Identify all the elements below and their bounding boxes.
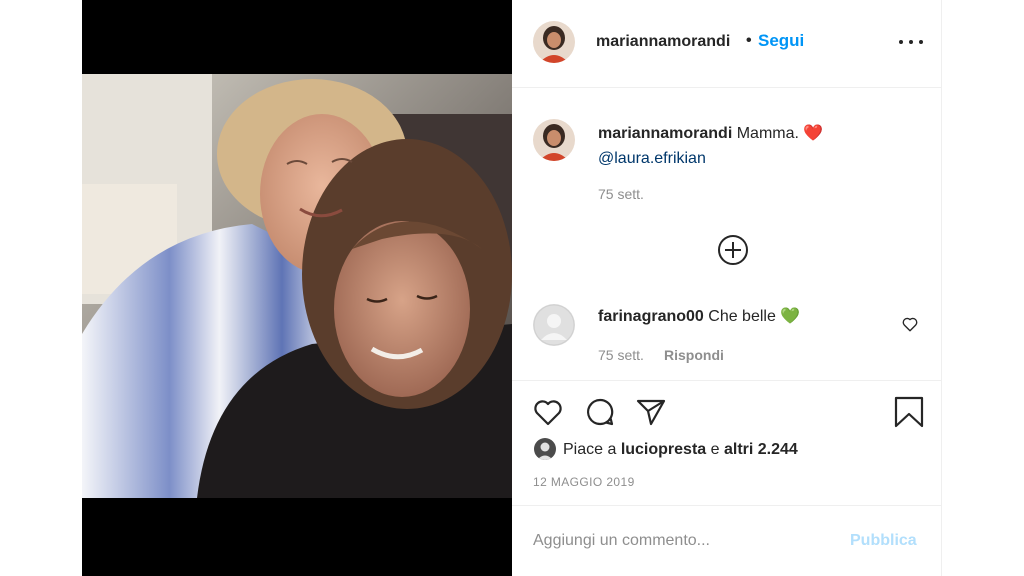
post-caption: mariannamorandi Mamma. ❤️ @laura.efrikia… bbox=[598, 121, 918, 171]
more-horizontal-icon[interactable] bbox=[898, 30, 924, 52]
reply-button[interactable]: Rispondi bbox=[664, 347, 724, 363]
comment-icon[interactable] bbox=[584, 396, 616, 428]
bookmark-icon[interactable] bbox=[893, 396, 925, 428]
comment-meta: 75 sett. Rispondi bbox=[598, 347, 724, 363]
comment-body: farinagrano00 Che belle 💚 bbox=[598, 306, 800, 326]
letterbox-bottom bbox=[82, 498, 512, 576]
actions-divider bbox=[512, 380, 942, 382]
liker-avatar-image bbox=[534, 438, 556, 460]
likes-others-link[interactable]: altri 2.244 bbox=[724, 441, 798, 458]
add-comment-bar: Pubblica bbox=[512, 505, 942, 576]
likes-summary: Piace a luciopresta e altri 2.244 bbox=[563, 441, 798, 459]
comment-username[interactable]: farinagrano00 bbox=[598, 308, 704, 325]
post-date[interactable]: 12 MAGGIO 2019 bbox=[533, 475, 635, 489]
photo-two-women-embracing bbox=[82, 74, 512, 498]
publish-button[interactable]: Pubblica bbox=[850, 532, 917, 550]
liker-avatar[interactable] bbox=[534, 438, 556, 460]
post-side-panel: mariannamorandi • Segui mariannamorandi … bbox=[512, 0, 942, 576]
comment-timestamp[interactable]: 75 sett. bbox=[598, 347, 644, 363]
author-avatar-image bbox=[533, 21, 575, 63]
follow-button[interactable]: Segui bbox=[758, 31, 804, 51]
post-header: mariannamorandi • Segui bbox=[512, 0, 942, 88]
caption-avatar-image bbox=[533, 119, 575, 161]
post-photo[interactable] bbox=[82, 74, 512, 498]
likes-prefix: Piace a bbox=[563, 441, 621, 458]
letterbox-top bbox=[82, 0, 512, 74]
caption-username[interactable]: mariannamorandi bbox=[598, 125, 732, 142]
caption-timestamp[interactable]: 75 sett. bbox=[598, 186, 644, 202]
caption-author-avatar[interactable] bbox=[533, 119, 575, 161]
post-media bbox=[82, 0, 512, 576]
caption-text: Mamma. ❤️ bbox=[732, 125, 824, 142]
likes-middle: e bbox=[706, 441, 724, 458]
comment-input[interactable] bbox=[533, 528, 833, 554]
author-username[interactable]: mariannamorandi bbox=[596, 33, 730, 51]
heart-icon[interactable] bbox=[532, 396, 564, 428]
commenter-avatar[interactable] bbox=[533, 304, 575, 346]
heart-outline-icon[interactable] bbox=[901, 315, 919, 333]
likes-user-link[interactable]: luciopresta bbox=[621, 441, 706, 458]
default-avatar-icon bbox=[533, 304, 575, 346]
author-avatar[interactable] bbox=[533, 21, 575, 63]
comment-text: Che belle 💚 bbox=[703, 308, 801, 325]
caption-mention-link[interactable]: @laura.efrikian bbox=[598, 150, 706, 167]
separator-dot: • bbox=[746, 32, 752, 49]
plus-circle-icon[interactable] bbox=[717, 234, 749, 266]
paper-plane-icon[interactable] bbox=[635, 396, 667, 428]
